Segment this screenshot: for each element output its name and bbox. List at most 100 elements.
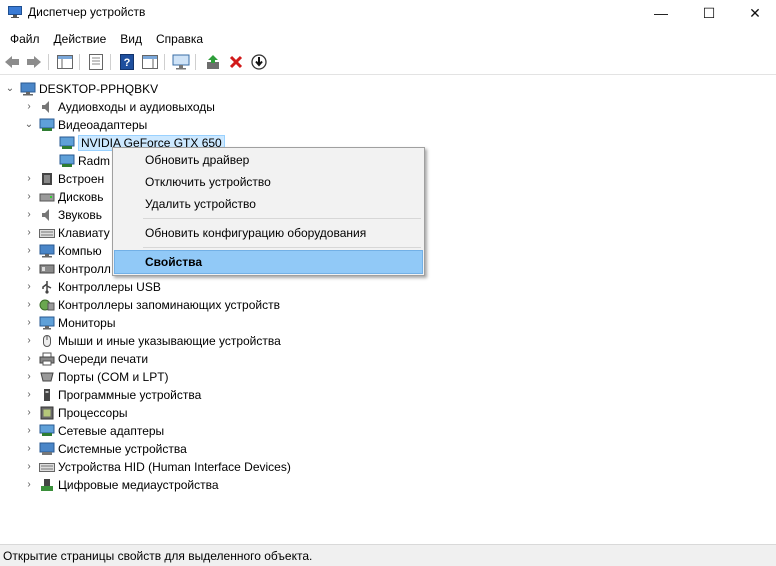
close-button[interactable]: ✕	[732, 0, 776, 26]
tree-item-processors[interactable]: › Процессоры	[23, 404, 128, 422]
tree-item-sound[interactable]: › Звуковь	[23, 206, 102, 224]
chevron-right-icon[interactable]: ›	[23, 314, 35, 332]
tree-item-label: Мыши и иные указывающие устройства	[58, 334, 281, 348]
chevron-right-icon[interactable]: ›	[23, 350, 35, 368]
back-arrow-icon	[5, 56, 19, 68]
network-adapter-icon	[39, 424, 55, 436]
tree-item-label: Клавиату	[58, 226, 110, 240]
ctx-scan-hardware[interactable]: Обновить конфигурацию оборудования	[113, 222, 424, 244]
tree-item-computer[interactable]: › Компью	[23, 242, 102, 260]
svg-text:?: ?	[124, 57, 131, 69]
tree-item-video-adapters[interactable]: ⌄ Видеоадаптеры	[23, 116, 147, 134]
help-button[interactable]: ?	[117, 52, 137, 72]
chevron-right-icon[interactable]: ›	[23, 404, 35, 422]
chevron-down-icon[interactable]: ⌄	[23, 116, 35, 134]
chevron-right-icon[interactable]: ›	[23, 188, 35, 206]
ctx-separator	[143, 247, 421, 248]
firmware-chip-icon	[42, 173, 52, 185]
menu-file[interactable]: Файл	[0, 28, 47, 48]
chevron-right-icon[interactable]: ›	[23, 458, 35, 476]
ctx-item-label: Обновить драйвер	[145, 153, 250, 167]
chevron-right-icon[interactable]: ›	[23, 332, 35, 350]
computer-icon	[39, 244, 55, 258]
chevron-right-icon[interactable]: ›	[23, 386, 35, 404]
back-button[interactable]	[2, 52, 22, 72]
uninstall-button[interactable]	[226, 52, 246, 72]
keyboard-icon	[39, 229, 55, 238]
tree-item-label: DESKTOP-PPHQBKV	[39, 82, 159, 96]
maximize-icon: ☐	[702, 4, 716, 21]
chevron-right-icon[interactable]: ›	[23, 422, 35, 440]
scan-hardware-button[interactable]	[171, 52, 191, 72]
uninstall-x-icon	[229, 55, 243, 69]
tree-item-software-devices[interactable]: › Программные устройства	[23, 386, 201, 404]
ctx-item-label: Удалить устройство	[145, 197, 256, 211]
chevron-right-icon[interactable]: ›	[23, 476, 35, 494]
chevron-right-icon[interactable]: ›	[23, 98, 35, 116]
tree-item-label: Процессоры	[58, 406, 128, 420]
show-hide-button[interactable]	[86, 52, 106, 72]
ctx-item-label: Отключить устройство	[145, 175, 271, 189]
disable-device-button[interactable]	[249, 52, 269, 72]
ctx-properties[interactable]: Свойства	[114, 250, 423, 274]
tree-root[interactable]: ⌄ DESKTOP-PPHQBKV	[4, 80, 158, 98]
chevron-right-icon[interactable]: ›	[23, 278, 35, 296]
update-driver-button[interactable]	[203, 52, 223, 72]
chevron-right-icon[interactable]: ›	[23, 242, 35, 260]
tree-item-ports[interactable]: › Порты (COM и LPT)	[23, 368, 168, 386]
chevron-right-icon[interactable]: ›	[23, 170, 35, 188]
forward-arrow-icon	[27, 56, 41, 68]
tree-item-monitors[interactable]: › Мониторы	[23, 314, 115, 332]
system-device-icon	[39, 442, 55, 455]
hid-keyboard-icon	[39, 463, 55, 472]
speaker-icon	[42, 209, 49, 221]
tree-item-keyboards[interactable]: › Клавиату	[23, 224, 110, 242]
menu-bar: Файл Действие Вид Справка	[0, 28, 210, 48]
tree-item-label: Компью	[58, 244, 102, 258]
chevron-right-icon[interactable]: ›	[23, 206, 35, 224]
tree-item-label: Radm	[78, 154, 111, 168]
tree-item-label: Мониторы	[58, 316, 116, 330]
tree-item-system-devices[interactable]: › Системные устройства	[23, 440, 186, 458]
display-adapter-icon	[59, 154, 75, 167]
tree-item-mice[interactable]: › Мыши и иные указывающие устройства	[23, 332, 281, 350]
tree-item-usb-controllers[interactable]: › Контроллеры USB	[23, 278, 161, 296]
disable-device-icon	[251, 54, 267, 70]
tree-item-label: Очереди печати	[58, 352, 149, 366]
tree-item-builtin[interactable]: › Встроен	[23, 170, 104, 188]
ctx-update-driver[interactable]: Обновить драйвер	[113, 149, 424, 171]
menu-view[interactable]: Вид	[113, 28, 149, 48]
chevron-right-icon[interactable]: ›	[23, 260, 35, 278]
menu-action[interactable]: Действие	[47, 28, 114, 48]
show-hide-icon	[89, 54, 103, 70]
chevron-right-icon[interactable]: ›	[23, 368, 35, 386]
maximize-button[interactable]: ☐	[686, 0, 732, 26]
chevron-down-icon[interactable]: ⌄	[4, 80, 16, 98]
ctx-uninstall-device[interactable]: Удалить устройство	[113, 193, 424, 215]
chevron-right-icon[interactable]: ›	[23, 296, 35, 314]
menu-help[interactable]: Справка	[149, 28, 210, 48]
console-tree-button[interactable]	[55, 52, 75, 72]
action-pane-icon	[142, 55, 158, 69]
monitor-scan-icon	[172, 54, 190, 70]
tree-item-hid[interactable]: › Устройства HID (Human Interface Device…	[23, 458, 291, 476]
forward-button[interactable]	[24, 52, 44, 72]
storage-controller-icon	[39, 299, 55, 311]
chevron-right-icon[interactable]: ›	[23, 440, 35, 458]
tree-item-media-devices[interactable]: › Цифровые медиаустройства	[23, 476, 218, 494]
context-menu: Обновить драйвер Отключить устройство Уд…	[112, 147, 425, 276]
tree-item-radeon-gpu[interactable]: Radm	[55, 152, 110, 170]
tree-item-audio[interactable]: › Аудиовходы и аудиовыходы	[23, 98, 215, 116]
minimize-button[interactable]: —	[638, 0, 684, 26]
tree-item-print-queues[interactable]: › Очереди печати	[23, 350, 148, 368]
tree-item-network-adapters[interactable]: › Сетевые адаптеры	[23, 422, 164, 440]
tree-item-disks[interactable]: › Дисковь	[23, 188, 103, 206]
tree-item-ide-controllers[interactable]: › Контролл	[23, 260, 111, 278]
status-text: Открытие страницы свойств для выделенног…	[3, 549, 313, 563]
tree-item-storage-controllers[interactable]: › Контроллеры запоминающих устройств	[23, 296, 280, 314]
action-pane-button[interactable]	[140, 52, 160, 72]
ctx-disable-device[interactable]: Отключить устройство	[113, 171, 424, 193]
chevron-right-icon[interactable]: ›	[23, 224, 35, 242]
tree-item-label: Устройства HID (Human Interface Devices)	[58, 460, 291, 474]
tree-item-label: Встроен	[58, 172, 105, 186]
